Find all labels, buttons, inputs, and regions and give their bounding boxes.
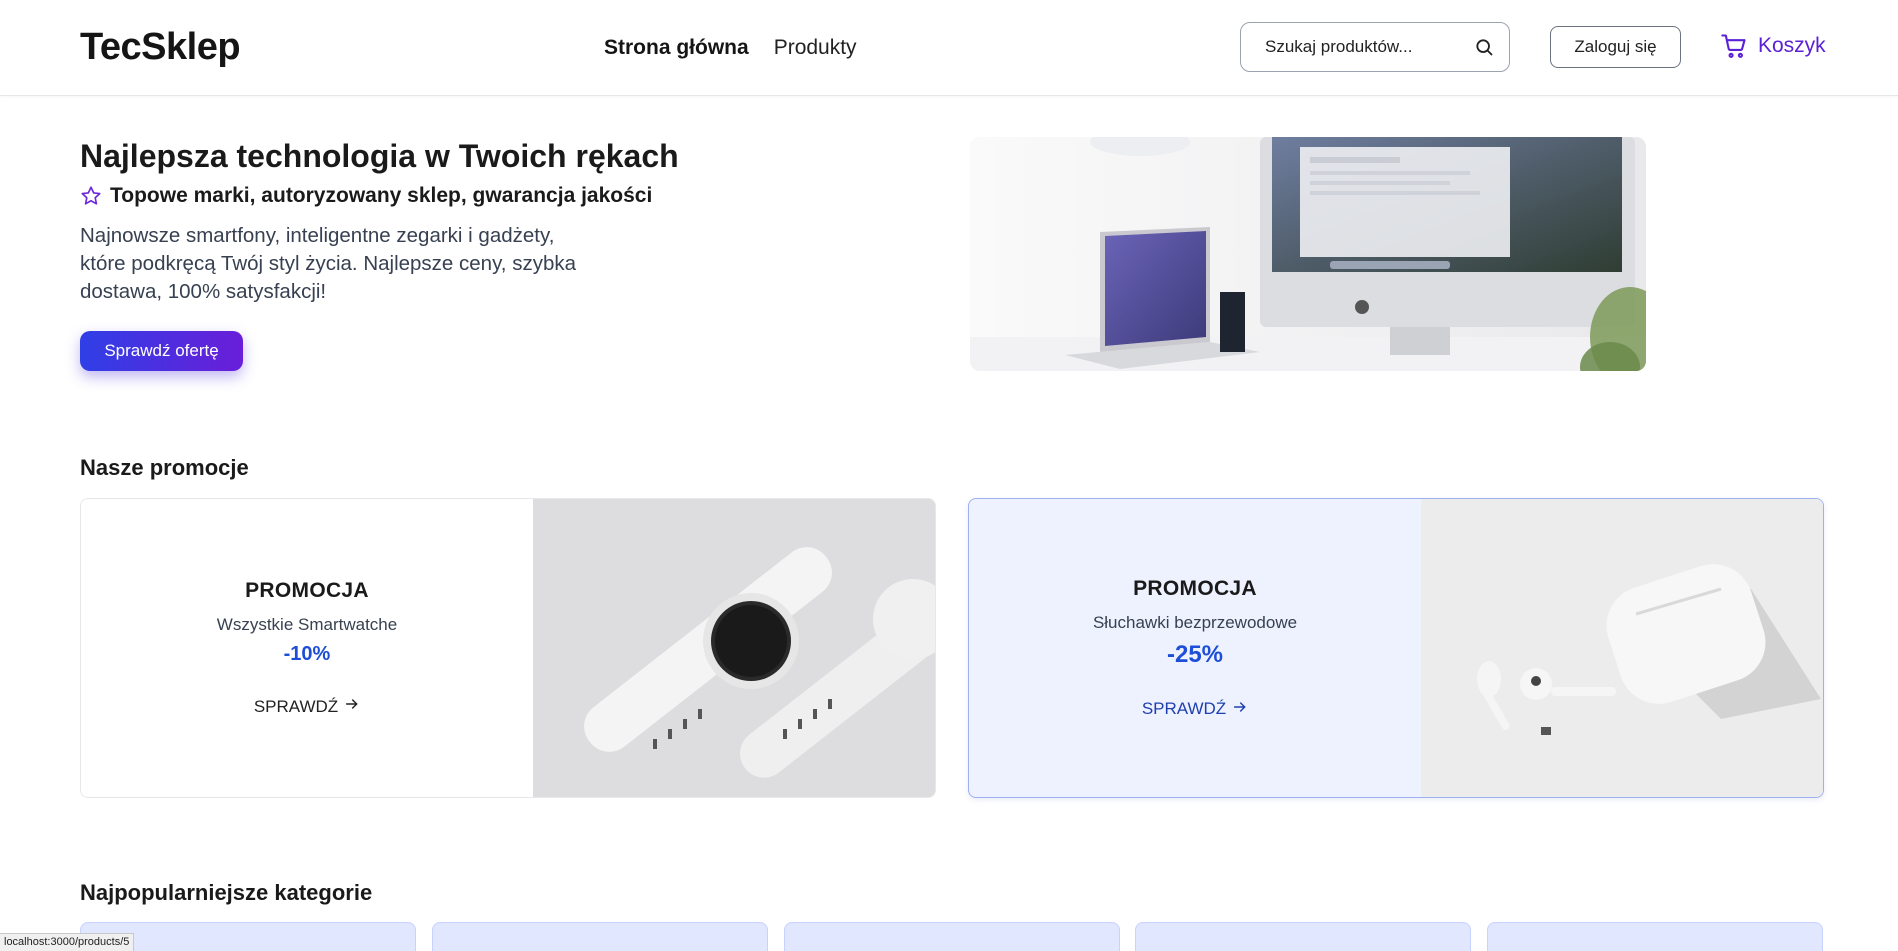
login-button[interactable]: Zaloguj się <box>1550 26 1681 68</box>
site-logo[interactable]: TecSklep <box>80 26 241 69</box>
promo-link[interactable]: SPRAWDŹ <box>1142 699 1248 720</box>
categories-title: Najpopularniejsze kategorie <box>80 880 373 905</box>
hero-subtitle-text: Topowe marki, autoryzowany sklep, gwaran… <box>110 184 653 207</box>
arrow-right-icon <box>1232 699 1248 720</box>
promo-link[interactable]: SPRAWDŹ <box>254 696 360 717</box>
hero-cta-button[interactable]: Sprawdź ofertę <box>80 331 243 371</box>
promo-link-label: SPRAWDŹ <box>253 696 339 716</box>
promo-description: Wszystkie Smartwatche <box>216 615 398 634</box>
nav-link-home[interactable]: Strona główna <box>604 36 749 60</box>
search-box <box>1240 22 1510 72</box>
promo-text: PROMOCJA Słuchawki bezprzewodowe -25% SP… <box>969 499 1421 797</box>
search-input[interactable] <box>1265 37 1455 57</box>
promo-text: PROMOCJA Wszystkie Smartwatche -10% SPRA… <box>81 499 533 797</box>
arrow-right-icon <box>344 696 360 717</box>
promo-title: PROMOCJA <box>245 579 369 602</box>
hero-image <box>970 137 1646 371</box>
promo-discount: -10% <box>283 643 331 665</box>
category-card[interactable] <box>432 922 768 951</box>
promo-card-smartwatch[interactable]: PROMOCJA Wszystkie Smartwatche -10% SPRA… <box>80 498 936 798</box>
hero-title: Najlepsza technologia w Twoich rękach <box>80 138 679 174</box>
promo-image-smartwatch <box>533 499 935 797</box>
nav-link-products[interactable]: Produkty <box>774 36 857 60</box>
hero-description: Najnowsze smartfony, inteligentne zegark… <box>80 224 577 303</box>
category-card[interactable] <box>1487 922 1823 951</box>
cart-icon <box>1720 32 1748 60</box>
promotions-title: Nasze promocje <box>80 455 249 480</box>
promo-title: PROMOCJA <box>1133 576 1257 600</box>
promo-card-headphones[interactable]: PROMOCJA Słuchawki bezprzewodowe -25% SP… <box>968 498 1824 798</box>
main-nav: Strona główna Produkty <box>604 36 857 60</box>
promo-description: Słuchawki bezprzewodowe <box>1092 612 1298 632</box>
hero-subtitle: Topowe marki, autoryzowany sklep, gwaran… <box>80 184 652 208</box>
search-icon[interactable] <box>1473 36 1495 58</box>
site-header: TecSklep Strona główna Produkty Zaloguj … <box>0 0 1898 96</box>
promo-image-headphones <box>1421 499 1823 797</box>
category-card[interactable] <box>1135 922 1471 951</box>
status-bar-url: localhost:3000/products/5 <box>0 933 135 951</box>
cart-button[interactable]: Koszyk <box>1720 32 1826 60</box>
cart-label: Koszyk <box>1758 34 1826 57</box>
category-card[interactable] <box>784 922 1120 951</box>
promo-link-label: SPRAWDŹ <box>1141 699 1227 718</box>
promo-discount: -25% <box>1166 640 1224 668</box>
star-icon <box>80 185 102 207</box>
